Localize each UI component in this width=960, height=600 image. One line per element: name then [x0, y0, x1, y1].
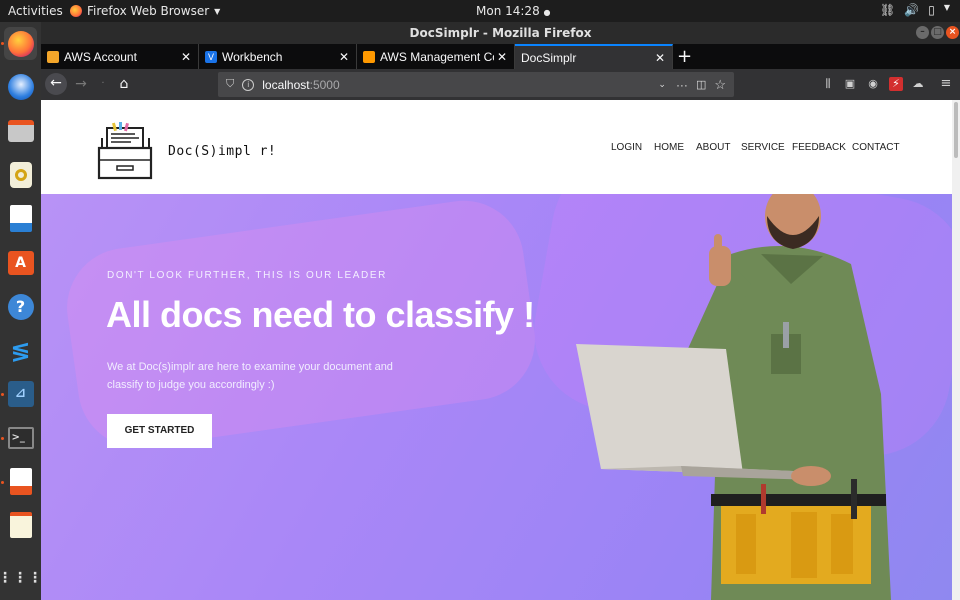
- app-menu-label: Firefox Web Browser: [87, 4, 210, 18]
- library-icon[interactable]: ⫼: [821, 77, 835, 91]
- extension-cloud-icon[interactable]: ☁: [911, 77, 925, 91]
- aws-cube-icon: [363, 50, 375, 63]
- close-icon[interactable]: ✕: [652, 51, 668, 65]
- nav-feedback[interactable]: FEEDBACK: [792, 142, 846, 153]
- nav-login[interactable]: LOGIN: [611, 142, 642, 153]
- nav-service[interactable]: SERVICE: [741, 142, 785, 153]
- nav-about[interactable]: ABOUT: [696, 142, 730, 153]
- logo-cabinet-icon[interactable]: [95, 120, 155, 180]
- chevron-down-icon: ▼: [214, 6, 221, 16]
- new-tab-button[interactable]: +: [677, 46, 692, 67]
- navigation-bar: ← → · ⌂ ⛉ i localhost:5000 ⌄ ··· ◫ ☆ ⫼ ▣…: [41, 69, 960, 100]
- url-port: :5000: [309, 77, 340, 92]
- dock: A ? ≶ ⊿ >_ ⋮⋮⋮: [0, 22, 42, 600]
- logo-text[interactable]: Doc(S)impl r!: [168, 144, 276, 159]
- url-host: localhost: [262, 77, 310, 92]
- chevron-down-icon[interactable]: ⌄: [658, 79, 666, 90]
- tab-workbench[interactable]: V Workbench ✕: [199, 44, 357, 69]
- activities-button[interactable]: Activities: [8, 4, 63, 18]
- hero-eyebrow: DON'T LOOK FURTHER, THIS IS OUR LEADER: [107, 270, 387, 281]
- nav-home[interactable]: HOME: [654, 142, 684, 153]
- window-title: DocSimplr - Mozilla Firefox: [409, 26, 592, 40]
- minimize-button[interactable]: –: [916, 26, 929, 39]
- show-applications-icon[interactable]: ⋮⋮⋮: [0, 562, 42, 595]
- clock[interactable]: Mon 14:28 ●: [476, 4, 551, 18]
- forward-button[interactable]: →: [71, 74, 91, 94]
- impress-icon[interactable]: [4, 465, 37, 498]
- tab-label: AWS Account: [64, 49, 137, 64]
- tab-aws-account[interactable]: AWS Account ✕: [41, 44, 199, 69]
- help-icon[interactable]: ?: [4, 290, 37, 323]
- firefox-icon: [70, 5, 82, 17]
- site-header: Doc(S)impl r! LOGIN HOME ABOUT SERVICE F…: [41, 100, 952, 194]
- files-icon[interactable]: [4, 114, 37, 147]
- software-center-icon[interactable]: A: [4, 246, 37, 279]
- back-button[interactable]: ←: [45, 73, 67, 95]
- info-icon[interactable]: i: [242, 78, 255, 91]
- nav-contact[interactable]: CONTACT: [852, 142, 900, 153]
- terminal-icon[interactable]: >_: [4, 421, 37, 454]
- bookmark-star-icon[interactable]: ☆: [714, 77, 726, 93]
- system-top-bar: Activities Firefox Web Browser ▼ Mon 14:…: [0, 0, 960, 22]
- tab-label: Workbench: [222, 49, 283, 64]
- rhythmbox-icon[interactable]: [4, 158, 37, 191]
- hero-description: We at Doc(s)implr are here to examine yo…: [107, 361, 393, 391]
- url-text[interactable]: localhost:5000: [262, 78, 339, 92]
- mysql-workbench-icon[interactable]: ⊿: [4, 377, 37, 410]
- get-started-button[interactable]: GET STARTED: [107, 414, 212, 448]
- close-icon[interactable]: ✕: [336, 50, 352, 64]
- tab-strip: AWS Account ✕ V Workbench ✕ AWS Manageme…: [41, 44, 960, 69]
- clock-label: Mon 14:28: [476, 4, 540, 18]
- sidebar-icon[interactable]: ▣: [843, 77, 857, 91]
- hero-banner: DON'T LOOK FURTHER, THIS IS OUR LEADER A…: [41, 194, 952, 600]
- close-icon[interactable]: ✕: [494, 50, 510, 64]
- system-tray[interactable]: ⛓ 🔊 ▯ ▼: [880, 3, 950, 17]
- firefox-icon[interactable]: [4, 27, 37, 60]
- page-actions-icon[interactable]: ···: [676, 78, 688, 92]
- pocket-icon[interactable]: ◫: [696, 78, 706, 91]
- reload-button[interactable]: ·: [93, 74, 113, 94]
- home-button[interactable]: ⌂: [114, 74, 134, 94]
- network-icon: ⛓: [880, 3, 896, 17]
- close-window-button[interactable]: ×: [946, 26, 959, 39]
- text-editor-icon[interactable]: [4, 508, 37, 541]
- app-menu[interactable]: Firefox Web Browser ▼: [70, 4, 220, 18]
- thunderbird-icon[interactable]: [4, 70, 37, 103]
- tab-label: DocSimplr: [521, 50, 577, 65]
- close-icon[interactable]: ✕: [178, 50, 194, 64]
- hero-man-with-laptop-image: [576, 194, 891, 600]
- vocareum-icon: V: [205, 50, 217, 63]
- vscode-icon[interactable]: ≶: [4, 334, 37, 367]
- notification-dot-icon: ●: [543, 8, 551, 17]
- url-bar[interactable]: ⛉ i localhost:5000 ⌄ ··· ◫ ☆: [218, 72, 734, 97]
- aws-cube-icon: [47, 50, 59, 63]
- volume-icon: 🔊: [904, 3, 920, 17]
- battery-icon: ▯: [928, 3, 935, 17]
- tab-label: AWS Management Conso: [380, 49, 494, 64]
- shield-icon[interactable]: ⛉: [226, 78, 234, 91]
- tab-aws-management-console[interactable]: AWS Management Conso ✕: [357, 44, 515, 69]
- scrollbar-thumb[interactable]: [954, 102, 958, 158]
- page-viewport: Doc(S)impl r! LOGIN HOME ABOUT SERVICE F…: [41, 100, 952, 600]
- window-title-bar: DocSimplr - Mozilla Firefox – □ ×: [41, 22, 960, 44]
- chevron-down-icon: ▼: [943, 3, 950, 12]
- writer-icon[interactable]: [4, 202, 37, 235]
- account-icon[interactable]: ◉: [866, 77, 880, 91]
- page-scrollbar[interactable]: [952, 100, 960, 600]
- extension-icon[interactable]: ⚡: [889, 77, 903, 91]
- tab-docsimplr[interactable]: DocSimplr ✕: [515, 44, 673, 69]
- hero-title: All docs need to classify !: [106, 294, 535, 335]
- hamburger-menu-icon[interactable]: ≡: [939, 77, 953, 91]
- maximize-button[interactable]: □: [931, 26, 944, 39]
